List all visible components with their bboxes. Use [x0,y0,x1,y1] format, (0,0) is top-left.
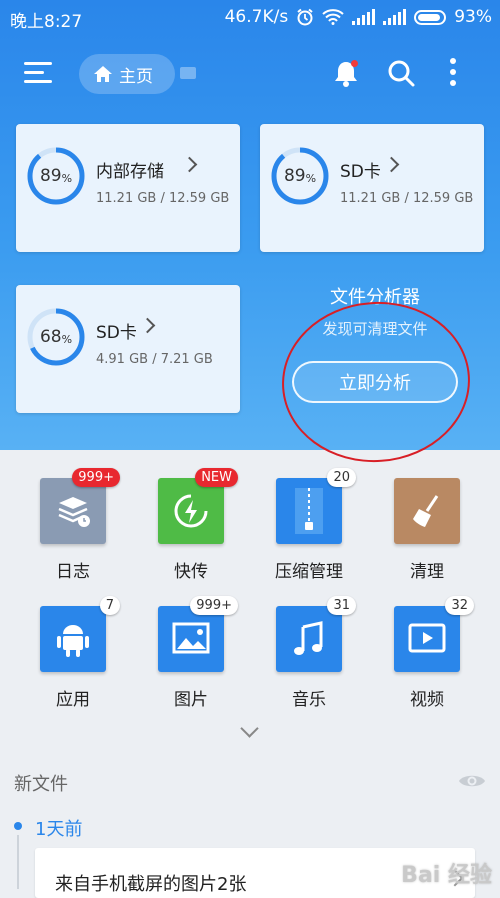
home-tab[interactable]: 主页 [79,54,175,94]
battery-percent: 93% [454,7,492,27]
zip-icon [295,488,323,534]
tile-label: 压缩管理 [275,562,343,582]
badge: 32 [445,596,474,615]
search-button[interactable] [386,58,416,88]
storage-name: 内部存储 [96,162,164,182]
new-files-heading: 新文件 [14,774,68,795]
tile-music[interactable]: 31 音乐 [259,596,359,710]
badge: 7 [99,596,120,615]
tile-clean[interactable]: 清理 [377,478,477,582]
tile-label: 视频 [410,690,444,710]
storage-card-internal[interactable]: 89% 内部存储 11.21 GB / 12.59 GB [16,124,240,252]
storage-name: SD卡 [340,162,381,182]
tile-zip[interactable]: 20 压缩管理 [259,468,359,582]
file-item-title: 来自手机截屏的图片2张 [55,874,247,895]
notification-dot [351,60,358,67]
status-bar: 晚上8:27 46.7K/s 93% [0,0,500,36]
transfer-icon [174,494,208,528]
status-time: 晚上8:27 [10,12,83,32]
video-icon [408,623,446,653]
notification-button[interactable] [331,58,361,90]
broom-icon [413,495,439,527]
timeline-line [17,835,19,889]
tile-video[interactable]: 32 视频 [377,596,477,710]
home-icon [94,66,112,82]
tile-label: 日志 [56,562,90,582]
tile-label: 快传 [174,562,208,582]
badge: NEW [195,468,238,487]
more-options-button[interactable] [448,58,458,88]
usage-percent: 89 [39,166,62,186]
badge: 20 [327,468,356,487]
tile-label: 图片 [174,690,208,710]
tile-label: 音乐 [292,690,326,710]
tile-transfer[interactable]: NEW 快传 [141,468,241,582]
usage-percent: 89 [283,166,306,186]
watermark: Bai 经验 [401,863,492,888]
storage-size: 11.21 GB / 12.59 GB [340,191,474,206]
tile-images[interactable]: 999+ 图片 [141,596,241,710]
menu-button[interactable] [24,60,52,86]
chevron-right-icon [383,156,400,173]
chevron-right-icon [181,156,198,173]
tile-apps[interactable]: 7 应用 [23,596,123,710]
usage-percent: 68 [39,327,62,347]
search-icon [388,60,415,87]
eye-icon[interactable] [458,772,486,790]
signal-2-icon [383,9,407,25]
battery-icon [414,9,447,25]
android-icon [57,625,89,657]
storage-card-sd-2[interactable]: 68% SD卡 4.91 GB / 7.21 GB [16,285,240,413]
tile-log[interactable]: 999+ 日志 [23,468,123,582]
expand-chevron-icon[interactable] [240,719,259,738]
music-icon [294,621,323,655]
network-speed: 46.7K/s [224,7,289,27]
signal-1-icon [352,9,376,25]
tile-label: 应用 [56,690,90,710]
timeline-dot [14,822,22,830]
window-icon[interactable] [180,67,196,79]
date-group-label: 1天前 [35,819,83,840]
home-label: 主页 [119,66,153,87]
badge: 999+ [190,596,238,615]
wifi-icon [322,9,344,25]
badge: 999+ [72,468,120,487]
storage-size: 4.91 GB / 7.21 GB [96,352,213,367]
badge: 31 [327,596,356,615]
image-icon [172,622,210,654]
chevron-right-icon [139,317,156,334]
storage-size: 11.21 GB / 12.59 GB [96,191,230,206]
tile-label: 清理 [410,562,444,582]
storage-name: SD卡 [96,323,137,343]
alarm-icon [297,8,313,26]
log-icon [58,497,90,527]
storage-card-sd-1[interactable]: 89% SD卡 11.21 GB / 12.59 GB [260,124,484,252]
